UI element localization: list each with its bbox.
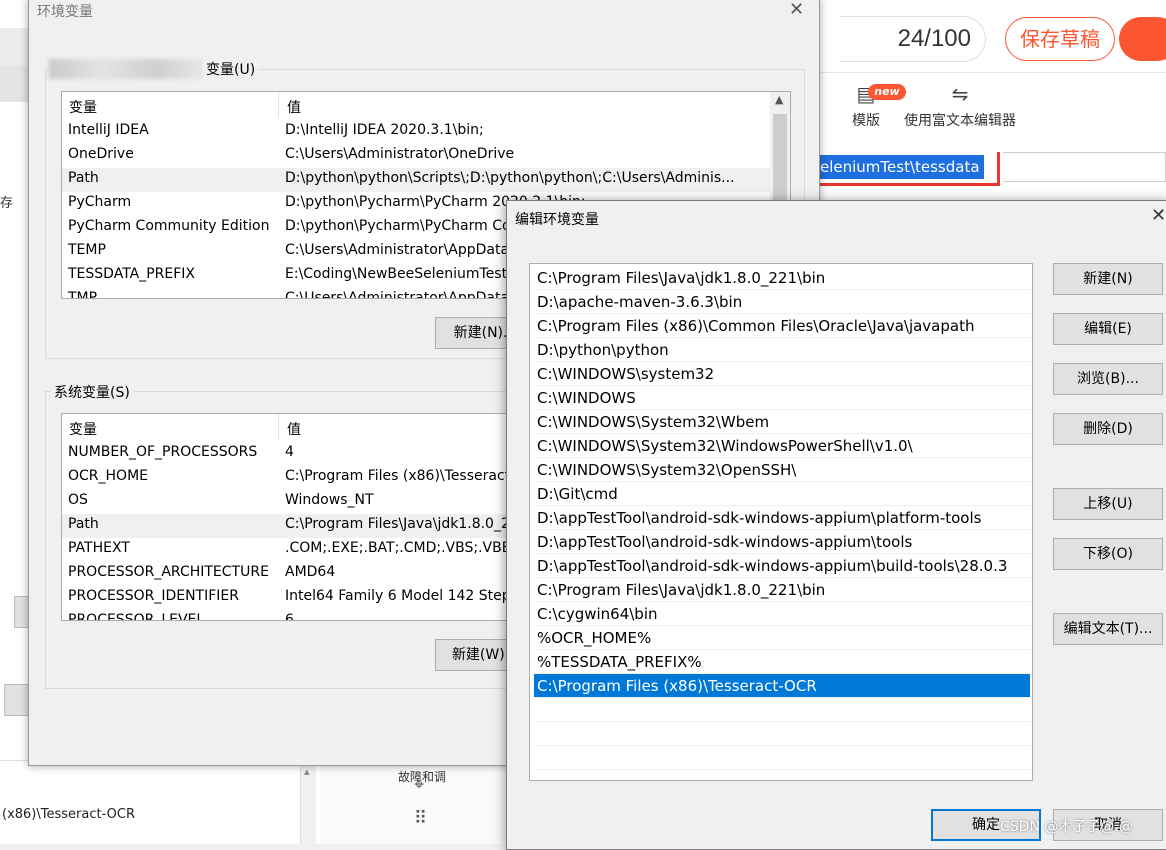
table-row[interactable]: IntelliJ IDEA D:\IntelliJ IDEA 2020.3.1\b… <box>62 120 790 144</box>
var-name: PROCESSOR_LEVEL <box>68 612 205 621</box>
list-item[interactable]: C:\Program Files\Java\jdk1.8.0_221\bin <box>534 266 1030 290</box>
richtext-tool[interactable]: ⇋ 使用富文本编辑器 <box>898 82 1022 134</box>
list-item[interactable]: C:\cygwin64\bin <box>534 602 1030 626</box>
user-vars-label: 变量(U) <box>203 59 259 79</box>
var-name: OS <box>68 492 88 508</box>
list-item[interactable]: D:\Git\cmd <box>534 482 1030 506</box>
edit-env-variable-dialog: 编辑环境变量 ✕ C:\Program Files\Java\jdk1.8.0_… <box>506 200 1166 850</box>
list-item[interactable]: D:\appTestTool\android-sdk-windows-appiu… <box>534 506 1030 530</box>
table-header: 变量 值 <box>62 92 790 118</box>
close-icon[interactable]: ✕ <box>1151 205 1166 226</box>
list-item[interactable]: %OCR_HOME% <box>534 626 1030 650</box>
content-input[interactable] <box>1003 152 1166 182</box>
template-label: 模版 <box>852 113 880 129</box>
list-item[interactable]: %TESSDATA_PREFIX% <box>534 650 1030 674</box>
list-item[interactable]: C:\WINDOWS <box>534 386 1030 410</box>
var-name: PROCESSOR_IDENTIFIER <box>68 588 239 604</box>
selected-text: eleniumTest\tessdata <box>820 155 984 179</box>
background-path-text: (x86)\Tesseract-OCR <box>2 807 135 822</box>
grid-icon[interactable]: ⠿ <box>414 808 427 829</box>
system-vars-label: 系统变量(S) <box>51 382 133 402</box>
richtext-label: 使用富文本编辑器 <box>904 113 1016 129</box>
column-header-value: 值 <box>287 100 301 116</box>
var-value: AMD64 <box>285 564 336 580</box>
list-item-empty[interactable] <box>534 722 1030 746</box>
close-icon[interactable]: ✕ <box>789 0 804 20</box>
dialog-title: 环境变量 <box>37 4 93 20</box>
content-line[interactable]: eleniumTest\tessdata <box>820 152 1000 186</box>
list-item-empty[interactable] <box>534 698 1030 722</box>
toolbar-divider <box>820 72 1166 73</box>
crosshair-icon[interactable]: ⌖ <box>414 774 424 795</box>
delete-button[interactable]: 删除(D) <box>1053 413 1163 445</box>
watermark: CSDN @木子子@.@ <box>1000 819 1133 835</box>
table-row[interactable]: Path D:\python\python\Scripts\;D:\python\… <box>62 168 790 192</box>
var-name: OCR_HOME <box>68 468 148 484</box>
column-header-variable: 变量 <box>69 422 97 438</box>
var-name: TEMP <box>68 242 106 258</box>
var-name: PATHEXT <box>68 540 130 556</box>
background-scrollbar[interactable] <box>300 765 316 845</box>
var-value: 4 <box>285 444 294 460</box>
edit-button[interactable]: 编辑(E) <box>1053 313 1163 345</box>
list-item[interactable]: C:\Program Files\Java\jdk1.8.0_221\bin <box>534 578 1030 602</box>
var-name: PROCESSOR_ARCHITECTURE <box>68 564 269 580</box>
list-item[interactable]: D:\appTestTool\android-sdk-windows-appiu… <box>534 554 1030 578</box>
list-item[interactable]: C:\WINDOWS\System32\WindowsPowerShell\v1… <box>534 434 1030 458</box>
list-item[interactable]: D:\appTestTool\android-sdk-windows-appiu… <box>534 530 1030 554</box>
var-name: OneDrive <box>68 146 134 162</box>
save-draft-button[interactable]: 保存草稿 <box>1005 17 1115 61</box>
background-window-bottom: (x86)\Tesseract-OCR <box>0 760 320 845</box>
var-name: Path <box>68 516 99 532</box>
column-header-variable: 变量 <box>69 100 97 116</box>
edit-text-button[interactable]: 编辑文本(T)... <box>1053 613 1163 645</box>
var-value: D:\IntelliJ IDEA 2020.3.1\bin; <box>285 122 484 138</box>
swap-icon: ⇋ <box>951 82 969 106</box>
var-value: C:\Users\Administrator\OneDrive <box>285 146 515 162</box>
list-item[interactable]: C:\WINDOWS\System32\Wbem <box>534 410 1030 434</box>
list-item[interactable]: C:\WINDOWS\system32 <box>534 362 1030 386</box>
list-item[interactable]: C:\WINDOWS\System32\OpenSSH\ <box>534 458 1030 482</box>
redacted-username <box>49 59 209 79</box>
list-item[interactable]: D:\python\python <box>534 338 1030 362</box>
word-count: 24/100 <box>840 16 986 62</box>
var-value: 6 <box>285 612 294 621</box>
move-down-button[interactable]: 下移(O) <box>1053 538 1163 570</box>
column-header-value: 值 <box>287 422 301 438</box>
var-name: PyCharm <box>68 194 132 210</box>
var-name: PyCharm Community Edition <box>68 218 270 234</box>
var-value: D:\python\python\Scripts\;D:\python\pyth… <box>285 170 735 186</box>
list-item[interactable]: C:\Program Files (x86)\Common Files\Orac… <box>534 314 1030 338</box>
var-name: Path <box>68 170 99 186</box>
var-value: Intel64 Family 6 Model 142 Stepping <box>285 588 542 604</box>
new-button[interactable]: 新建(N) <box>1053 263 1163 295</box>
publish-button[interactable] <box>1119 17 1166 61</box>
var-value: Windows_NT <box>285 492 374 508</box>
list-item-selected[interactable]: C:\Program Files (x86)\Tesseract-OCR <box>534 674 1030 698</box>
var-name: TESSDATA_PREFIX <box>68 266 196 282</box>
browse-button[interactable]: 浏览(B)... <box>1053 363 1163 395</box>
background-fragment-text: 存 <box>0 196 14 211</box>
list-item[interactable]: D:\apache-maven-3.6.3\bin <box>534 290 1030 314</box>
list-item-empty[interactable] <box>534 746 1030 770</box>
var-name: NUMBER_OF_PROCESSORS <box>68 444 258 460</box>
dialog-title: 编辑环境变量 <box>515 212 599 228</box>
background-window-mid: 故障和调 ⌖ ⠿ <box>320 760 510 844</box>
move-up-button[interactable]: 上移(U) <box>1053 488 1163 520</box>
table-row[interactable]: OneDrive C:\Users\Administrator\OneDrive <box>62 144 790 168</box>
var-name: IntelliJ IDEA <box>68 122 149 138</box>
path-list[interactable]: C:\Program Files\Java\jdk1.8.0_221\bin D… <box>529 263 1033 781</box>
var-name: TMP <box>68 290 98 299</box>
scroll-up-icon[interactable]: ▲ <box>775 93 783 106</box>
scroll-thumb[interactable] <box>773 114 787 204</box>
